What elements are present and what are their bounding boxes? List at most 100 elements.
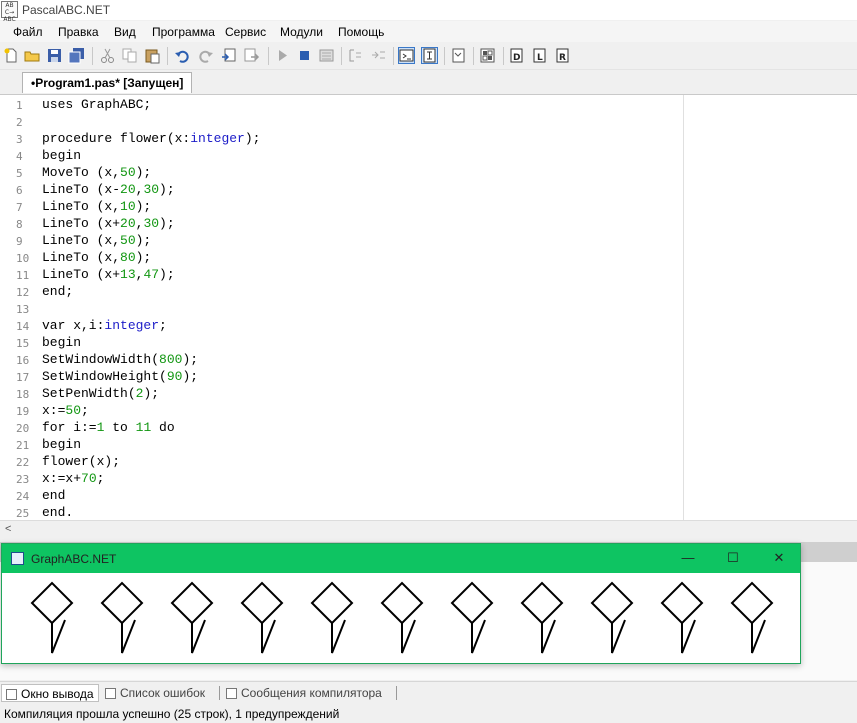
document-tab-bar: •Program1.pas* [Запущен]	[0, 70, 857, 95]
stop-icon[interactable]	[296, 47, 313, 64]
tab-label: Окно вывода	[21, 687, 94, 701]
code-token: 20	[120, 216, 136, 231]
code-line: x:=50;	[42, 402, 89, 419]
code-token: );	[159, 267, 175, 282]
code-token: var x,i:	[42, 318, 105, 333]
tab-separator	[219, 686, 220, 700]
scroll-left-icon[interactable]: <	[5, 523, 11, 535]
status-bar: Компиляция прошла успешно (25 строк), 1 …	[0, 704, 857, 723]
title-bar: AB C→ ABC PascalABC.NET	[0, 0, 857, 23]
flower-shape	[30, 581, 74, 654]
tab-compiler-messages[interactable]: Сообщения компилятора	[226, 684, 382, 702]
run-icon[interactable]	[274, 47, 291, 64]
code-line: LineTo (x+20,30);	[42, 215, 175, 232]
svg-text:L: L	[537, 53, 543, 63]
close-button[interactable]: ✕	[768, 549, 790, 567]
code-line: procedure flower(x:integer);	[42, 130, 260, 147]
line-number: 19	[16, 405, 30, 418]
save-all-icon[interactable]	[68, 47, 85, 64]
code-token: LineTo (x+	[42, 216, 121, 231]
line-number: 13	[16, 303, 30, 316]
code-token: begin	[42, 335, 82, 350]
cut-icon[interactable]	[99, 47, 116, 64]
replace-icon[interactable]	[243, 47, 260, 64]
code-token: );	[244, 131, 261, 146]
code-token: 50	[65, 403, 82, 418]
code-token: 11	[135, 420, 152, 435]
line-number: 16	[16, 354, 30, 367]
code-token: 13	[120, 267, 136, 282]
menu-help[interactable]: Помощь	[338, 25, 384, 39]
code-line: LineTo (x+13,47);	[42, 266, 175, 283]
tab-output-window[interactable]: Окно вывода	[1, 684, 99, 702]
new-file-icon[interactable]	[3, 47, 20, 64]
menu-file[interactable]: Файл	[13, 25, 43, 39]
designer-icon[interactable]: D	[508, 47, 525, 64]
undo-icon[interactable]	[174, 47, 191, 64]
status-text: Компиляция прошла успешно (25 строк), 1 …	[4, 707, 340, 721]
line-number: 17	[16, 371, 30, 384]
menu-service[interactable]: Сервис	[225, 25, 266, 39]
code-token: );	[135, 199, 152, 214]
code-token: );	[159, 182, 175, 197]
redo-icon[interactable]	[197, 47, 214, 64]
code-token: 800	[159, 352, 183, 367]
compiler-messages-icon	[226, 688, 237, 699]
copy-icon[interactable]	[121, 47, 138, 64]
code-token: ;	[159, 318, 167, 333]
code-token: );	[135, 165, 152, 180]
svg-text:R: R	[559, 53, 566, 63]
code-token: uses GraphABC;	[42, 97, 152, 112]
code-line: LineTo (x-20,30);	[42, 181, 175, 198]
output-window-icon[interactable]	[398, 47, 415, 64]
line-number: 5	[16, 167, 23, 180]
menu-modules[interactable]: Модули	[280, 25, 323, 39]
compile-icon[interactable]	[318, 47, 335, 64]
code-token: x:=	[42, 403, 66, 418]
resource-icon[interactable]: R	[554, 47, 571, 64]
code-line: LineTo (x,50);	[42, 232, 151, 249]
horizontal-scrollbar[interactable]: <	[0, 520, 857, 539]
code-token: LineTo (x+	[42, 267, 121, 282]
graphabc-title-bar[interactable]: GraphABC.NET — ☐ ✕	[2, 544, 800, 573]
menu-edit[interactable]: Правка	[58, 25, 99, 39]
flower-shape	[590, 581, 634, 654]
code-token: SetPenWidth(	[42, 386, 136, 401]
code-token: flower(x);	[42, 454, 121, 469]
maximize-button[interactable]: ☐	[722, 549, 744, 567]
code-token: 20	[120, 182, 136, 197]
code-token: end;	[42, 284, 74, 299]
step-into-icon[interactable]	[347, 47, 364, 64]
code-line: end;	[42, 283, 73, 300]
menu-view[interactable]: Вид	[114, 25, 136, 39]
code-line: SetWindowHeight(90);	[42, 368, 198, 385]
open-folder-icon[interactable]	[24, 47, 41, 64]
svg-text:D: D	[513, 53, 520, 63]
code-token: integer	[104, 318, 160, 333]
code-line: x:=x+70;	[42, 470, 104, 487]
toolbar-separator	[393, 47, 394, 65]
save-icon[interactable]	[46, 47, 63, 64]
tab-program1[interactable]: •Program1.pas* [Запущен]	[22, 72, 193, 93]
debug-window-icon[interactable]	[421, 47, 438, 64]
find-icon[interactable]	[220, 47, 237, 64]
menu-program[interactable]: Программа	[152, 25, 215, 39]
tab-error-list[interactable]: Список ошибок	[105, 684, 205, 702]
code-line: SetWindowWidth(800);	[42, 351, 198, 368]
toolbar-separator	[503, 47, 504, 65]
toolbar-separator	[268, 47, 269, 65]
line-number: 12	[16, 286, 30, 299]
form-icon[interactable]: L	[531, 47, 548, 64]
line-number: 9	[16, 235, 23, 248]
bottom-panel-tabs: Окно вывода Список ошибок Сообщения комп…	[0, 681, 857, 704]
settings-icon[interactable]	[479, 47, 496, 64]
flower-shape	[310, 581, 354, 654]
watch-icon[interactable]	[450, 47, 467, 64]
flower-shape	[660, 581, 704, 654]
step-over-icon[interactable]	[370, 47, 387, 64]
paste-icon[interactable]	[144, 47, 161, 64]
minimize-button[interactable]: —	[677, 549, 699, 567]
code-editor[interactable]: 1 2 3 4 5 6 7 8 9 10 11 12 13 14 15 16 17 18 19 20 21 22 23 24 2…	[0, 95, 857, 520]
code-line: LineTo (x,10);	[42, 198, 151, 215]
line-number-gutter: 1 2 3 4 5 6 7 8 9 10 11 12 13 14 15 16 17 18 19 20 21 22 23 24 2…	[0, 95, 36, 520]
